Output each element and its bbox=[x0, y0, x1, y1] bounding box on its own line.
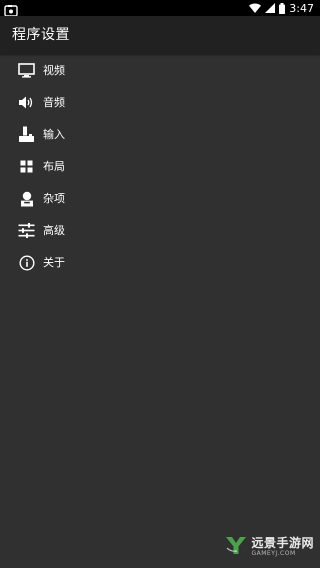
menu-item-audio[interactable]: 音频 bbox=[0, 86, 320, 118]
menu-item-label: 关于 bbox=[43, 256, 65, 269]
battery-icon bbox=[279, 2, 286, 14]
site-logo-icon bbox=[225, 534, 247, 560]
menu-item-advanced[interactable]: 高级 bbox=[0, 214, 320, 246]
menu-item-video[interactable]: 视频 bbox=[0, 54, 320, 86]
menu-item-about[interactable]: 关于 bbox=[0, 246, 320, 278]
person-icon bbox=[18, 190, 35, 207]
page-title: 程序设置 bbox=[12, 27, 70, 43]
watermark: 远景手游网 GAMEYJ.COM bbox=[225, 534, 314, 560]
menu-item-label: 杂项 bbox=[43, 192, 65, 205]
menu-item-label: 高级 bbox=[43, 224, 65, 237]
menu-item-input[interactable]: 输入 bbox=[0, 118, 320, 150]
settings-screen: 3:47 程序设置 视频 音频 输入 布局 杂项 高级 关于 远景手游网 GAM… bbox=[0, 0, 320, 568]
sliders-icon bbox=[18, 222, 35, 239]
grid-icon bbox=[18, 158, 35, 175]
speaker-icon bbox=[18, 94, 35, 111]
menu-item-label: 视频 bbox=[43, 64, 65, 77]
menu-item-layout[interactable]: 布局 bbox=[0, 150, 320, 182]
watermark-title: 远景手游网 bbox=[251, 536, 314, 550]
info-icon bbox=[18, 254, 35, 271]
status-right: 3:47 bbox=[249, 0, 314, 16]
status-bar: 3:47 bbox=[0, 0, 320, 17]
menu-item-label: 音频 bbox=[43, 96, 65, 109]
signal-icon bbox=[265, 3, 276, 13]
gallery-icon bbox=[4, 2, 18, 17]
watermark-url: GAMEYJ.COM bbox=[251, 550, 296, 557]
app-bar: 程序设置 bbox=[0, 16, 320, 54]
monitor-icon bbox=[18, 62, 35, 79]
wifi-icon bbox=[249, 3, 262, 13]
settings-menu: 视频 音频 输入 布局 杂项 高级 关于 bbox=[0, 54, 320, 278]
menu-item-misc[interactable]: 杂项 bbox=[0, 182, 320, 214]
joystick-icon bbox=[18, 126, 35, 143]
menu-item-label: 输入 bbox=[43, 128, 65, 141]
status-time: 3:47 bbox=[289, 1, 314, 15]
menu-item-label: 布局 bbox=[43, 160, 65, 173]
